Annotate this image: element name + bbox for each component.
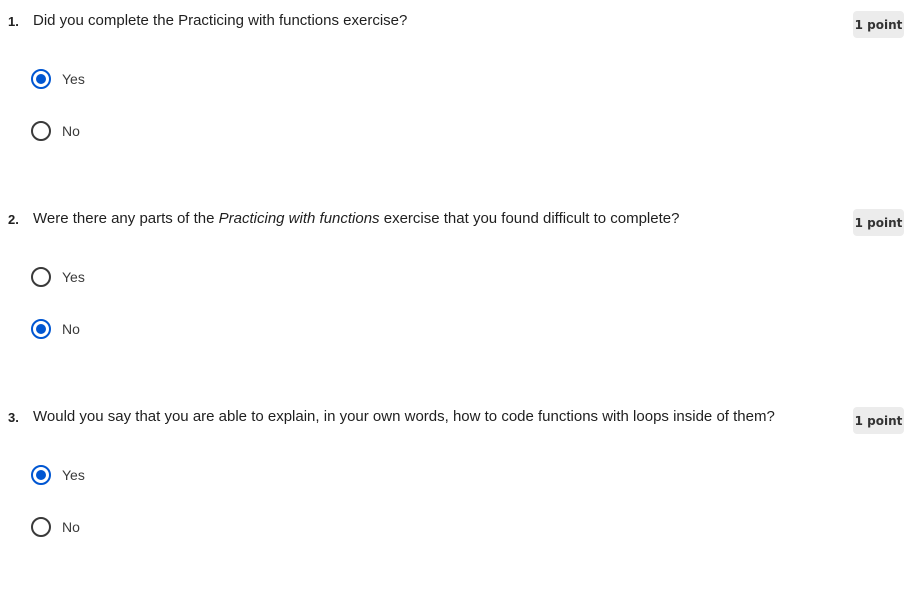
option-label: No: [62, 123, 80, 139]
points-badge: 1 point: [853, 11, 904, 38]
radio-button-selected[interactable]: [31, 319, 51, 339]
question-text: Were there any parts of the Practicing w…: [33, 210, 680, 227]
radio-button[interactable]: [31, 121, 51, 141]
question-text: Did you complete the Practicing with fun…: [33, 12, 408, 29]
radio-button[interactable]: [31, 267, 51, 287]
question-text: Would you say that you are able to expla…: [33, 408, 775, 425]
option-yes[interactable]: Yes: [31, 67, 85, 91]
option-no[interactable]: No: [31, 515, 80, 539]
question-number: 2.: [8, 212, 19, 227]
radio-button[interactable]: [31, 517, 51, 537]
option-no[interactable]: No: [31, 317, 80, 341]
option-label: Yes: [62, 269, 85, 285]
option-yes[interactable]: Yes: [31, 265, 85, 289]
radio-button-selected[interactable]: [31, 465, 51, 485]
option-label: No: [62, 519, 80, 535]
option-yes[interactable]: Yes: [31, 463, 85, 487]
radio-button-selected[interactable]: [31, 69, 51, 89]
points-badge: 1 point: [853, 407, 904, 434]
option-no[interactable]: No: [31, 119, 80, 143]
question-number: 1.: [8, 14, 19, 29]
option-label: Yes: [62, 71, 85, 87]
option-label: Yes: [62, 467, 85, 483]
option-label: No: [62, 321, 80, 337]
question-3: 3. Would you say that you are able to ex…: [0, 398, 912, 596]
question-1: 1. Did you complete the Practicing with …: [0, 2, 912, 200]
question-number: 3.: [8, 410, 19, 425]
question-2: 2. Were there any parts of the Practicin…: [0, 200, 912, 398]
points-badge: 1 point: [853, 209, 904, 236]
